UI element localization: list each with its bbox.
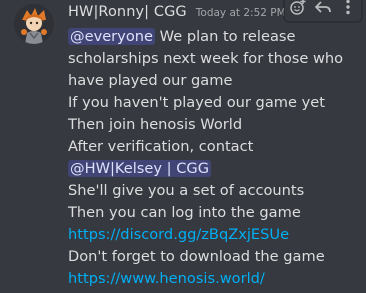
message-line: https://www.henosis.world/ bbox=[68, 268, 360, 290]
message-line: https://discord.gg/zBqZxjESUe bbox=[68, 224, 360, 246]
message-line: have played our game bbox=[68, 72, 233, 89]
everyone-mention[interactable]: @everyone bbox=[68, 28, 155, 45]
discord-invite-link[interactable]: https://discord.gg/zBqZxjESUe bbox=[68, 226, 289, 243]
message-actions-toolbar bbox=[284, 0, 362, 22]
message-line: @HW|Kelsey | CGG bbox=[68, 158, 360, 180]
message-line: Don't forget to download the game bbox=[68, 248, 325, 265]
message-line: @everyone We plan to release bbox=[68, 26, 360, 48]
message-line: Then you can log into the game bbox=[68, 204, 301, 221]
add-reaction-icon[interactable] bbox=[289, 0, 307, 16]
message-line: After verification, contact bbox=[68, 138, 254, 155]
message-line: Then join henosis World bbox=[68, 116, 243, 133]
message-line: She'll give you a set of accounts bbox=[68, 182, 305, 199]
reply-icon[interactable] bbox=[314, 0, 332, 16]
message-content: @everyone We plan to release scholarship… bbox=[68, 26, 360, 290]
more-options-icon[interactable] bbox=[339, 0, 357, 16]
message-line: scholarships next week for those who bbox=[68, 50, 344, 67]
avatar-image bbox=[14, 4, 54, 44]
timestamp: Today at 2:52 PM bbox=[195, 7, 286, 19]
website-link[interactable]: https://www.henosis.world/ bbox=[68, 270, 265, 287]
chat-message: HW|Ronny| CGG Today at 2:52 PM @everyone… bbox=[0, 0, 366, 293]
message-line: If you haven't played our game yet bbox=[68, 94, 325, 111]
message-header: HW|Ronny| CGG Today at 2:52 PM bbox=[68, 4, 286, 26]
avatar[interactable] bbox=[14, 4, 54, 44]
username[interactable]: HW|Ronny| CGG bbox=[68, 4, 187, 20]
message-text: We plan to release bbox=[154, 28, 296, 45]
user-mention[interactable]: @HW|Kelsey | CGG bbox=[68, 160, 212, 177]
